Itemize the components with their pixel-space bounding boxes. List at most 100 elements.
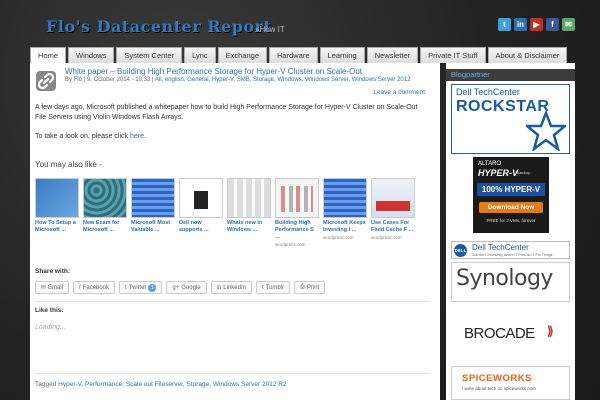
diagram-image [281,186,313,212]
link-icon [36,71,56,91]
nav-item-system-center[interactable]: System Center [116,47,183,63]
nav-item-newsletter[interactable]: Newsletter [366,47,419,63]
related-post[interactable]: New Exam for Microsoft ... [83,178,127,247]
related-title[interactable]: Use Cases For Fluid Cache F ... [371,220,415,234]
sidebar: Blogpartner Dell TechCenter ROCKSTAR ALT… [446,63,575,400]
related-post[interactable]: Dell now supports ... [179,178,223,247]
nav-item-hardware[interactable]: Hardware [269,47,318,63]
star-icon [526,111,566,151]
share-email-button[interactable]: ✉ Email [35,281,70,294]
related-thumbnail[interactable] [227,178,271,218]
post-tags: Tagged Hyper-V, Performance, Scale out F… [35,381,287,388]
related-title[interactable]: How To Setup a Microsoft ... [35,220,79,234]
related-thumbnail[interactable] [275,178,319,218]
related-title[interactable]: Microsoft Keeps Investing I ... [323,220,367,234]
related-title[interactable]: New Exam for Microsoft ... [83,220,127,234]
post-paragraph: A few days ago, Microsoft published a wh… [35,104,418,121]
related-post[interactable]: How To Setup a Microsoft ... [35,178,79,247]
altaro-banner[interactable]: ALTARO HYPER-V Backup 100% HYPER-V Downl… [473,157,549,233]
share-google-button[interactable]: g+ Google [166,281,207,294]
share-print-button[interactable]: ⎙ Print [294,281,326,294]
dell-tc-line1: Dell TechCenter [472,243,529,252]
related-post[interactable]: Microsoft Most Valuable ... [131,178,175,247]
share-tumblr-button[interactable]: t Tumblr [255,281,291,294]
email-icon: ✉ [41,285,47,291]
brocade-logo: BROCADE [464,325,535,342]
brocade-banner[interactable]: BROCADE ⟫ [451,312,570,357]
related-source: wordpress.com [275,242,306,247]
tags-list[interactable]: Hyper-V, Performance, Scale out Fileserv… [58,381,286,388]
print-icon: ⎙ [300,284,305,290]
dell-logo-icon: DELL [454,244,467,257]
twitter-icon: t [125,284,127,291]
post-title[interactable]: White paper – Building High Performance … [65,67,362,76]
related-thumbnail[interactable] [131,178,175,218]
meta-categories[interactable]: All, english, General, Hyper-V, SMB, Sto… [155,77,411,83]
synology-banner[interactable]: Synology [451,262,570,302]
related-post[interactable]: Use Cases For Fluid Cache F ... wordpress… [371,178,415,247]
altaro-free: FREE for 2 VMs, forever [486,218,536,223]
share-buttons: ✉ Email f Facebook t Twitter 1 g+ Google in Linked… [35,281,326,294]
spiceworks-sub: I write about tech on spiceworks.com [462,386,536,391]
nav-item-lync[interactable]: Lync [184,47,216,63]
here-link[interactable]: here [130,133,144,140]
related-post[interactable]: Whats new in Windows ... [227,178,271,247]
related-thumbnail[interactable] [35,178,79,218]
related-thumbnail[interactable] [179,178,223,218]
related-source: wordpress.com [323,235,354,240]
paragraph-text: . [143,133,146,140]
nav-item-about-disclaimer[interactable]: About & Disclaimer [487,47,568,63]
share-facebook-button[interactable]: f Facebook [73,281,116,294]
nav-item-exchange[interactable]: Exchange [217,47,267,63]
facebook-icon: f [79,284,81,291]
related-title[interactable]: Building High Performance S ... [275,220,319,241]
related-source: wordpress.com [371,235,402,240]
blogpartner-heading: Blogpartner [446,69,575,81]
related-post[interactable]: Building High Performance S ... wordpress… [275,178,319,247]
related-thumbnail[interactable] [371,178,415,218]
twitter-icon[interactable]: t [498,18,511,31]
share-label: LinkedIn [223,284,246,291]
like-heading: Like this: [35,307,64,314]
email-icon[interactable]: ✉ [562,18,575,31]
dell-techcenter-banner[interactable]: DELL Dell TechCenter Join the Community … [451,241,570,259]
nav-item-learning[interactable]: Learning [319,47,365,63]
divider [35,301,430,302]
spiceworks-banner[interactable]: SPICEWORKS I write about tech on spicewo… [451,366,570,400]
nav-item-home[interactable]: Home [30,47,67,63]
nav-item-windows[interactable]: Windows [68,47,115,63]
tags-prefix: Tagged [35,381,57,388]
main-nav: Home Windows System Center Lync Exchange Hard… [30,47,575,63]
share-count-badge: 1 [148,283,157,292]
related-thumbnail[interactable] [83,178,127,218]
related-post[interactable]: Microsoft Keeps Investing I ... wordpress… [323,178,367,247]
altaro-product-sub: Backup [517,170,531,175]
nav-item-private-it-stuff[interactable]: Private IT Stuff [420,47,486,63]
related-thumbnail[interactable] [323,178,367,218]
share-label: Email [48,284,64,291]
youtube-icon[interactable]: ▶ [530,18,543,31]
facebook-icon[interactable]: f [546,18,559,31]
related-posts: How To Setup a Microsoft ... New Exam for… [35,178,415,247]
brocade-wing-icon: ⟫ [547,324,554,338]
share-linkedin-button[interactable]: in LinkedIn [210,281,252,294]
share-heading: Share with: [35,268,71,275]
divider [35,373,430,374]
related-title[interactable]: Microsoft Most Valuable ... [131,220,175,234]
altaro-download-button[interactable]: Download Now [479,202,543,213]
meta-author[interactable]: Flo [74,77,82,83]
post-meta: By Flo | 9. October 2014 - 10:33 | All, … [65,77,410,83]
leave-comment-link[interactable]: Leave a comment [373,89,425,96]
dell-rockstar-banner[interactable]: Dell TechCenter ROCKSTAR [451,84,570,154]
dell-rockstar-line1: Dell TechCenter [456,87,520,97]
dell-tc-line2: Join the Community where IT Pros do IT P… [472,253,553,257]
share-label: Google [181,284,201,291]
related-title[interactable]: Whats new in Windows ... [227,220,271,234]
likes-loading: Loading... [35,324,66,331]
related-title[interactable]: Dell now supports ... [179,220,223,234]
tumblr-icon: t [261,284,264,291]
site-title[interactable]: Flo's Datacenter Report [46,17,271,36]
linkedin-icon[interactable]: in [514,18,527,31]
meta-date: | 9. October 2014 - 10:33 | [83,77,154,83]
share-twitter-button[interactable]: t Twitter 1 [119,281,163,294]
